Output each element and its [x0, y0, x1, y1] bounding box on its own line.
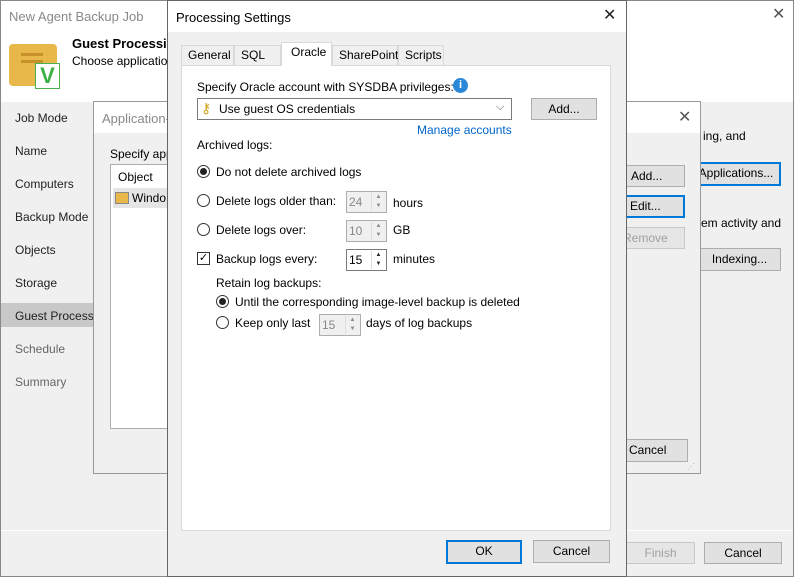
add-account-button[interactable]: Add...	[531, 98, 597, 120]
radio-retain-until[interactable]	[216, 295, 229, 308]
retain-until-label[interactable]: Until the corresponding image-level back…	[235, 295, 520, 309]
nav-summary[interactable]: Summary	[15, 375, 66, 389]
cancel-button[interactable]: Cancel	[533, 540, 610, 563]
close-icon[interactable]: ✕	[603, 8, 616, 24]
add-button[interactable]: Add...	[626, 165, 685, 187]
nav-storage[interactable]: Storage	[15, 276, 57, 290]
indexing-button[interactable]: Indexing...	[698, 248, 781, 271]
stepper-arrows-icon[interactable]: ▲ ▼	[371, 193, 385, 211]
tab-general[interactable]: General	[181, 45, 234, 66]
delete-older-label[interactable]: Delete logs older than:	[216, 194, 336, 208]
edit-button[interactable]: Edit...	[618, 195, 685, 218]
server-icon	[115, 192, 129, 204]
account-dropdown[interactable]: ⚷ Use guest OS credentials ⌵	[197, 98, 512, 120]
nav-backup-mode[interactable]: Backup Mode	[15, 210, 88, 224]
window-title: New Agent Backup Job	[9, 9, 144, 24]
desc-text-2: em activity and	[701, 216, 782, 230]
archived-logs-label: Archived logs:	[197, 138, 273, 152]
account-label: Specify Oracle account with SYSDBA privi…	[197, 80, 454, 94]
stepper-arrows-icon[interactable]: ▲ ▼	[345, 316, 359, 334]
backup-minutes-stepper[interactable]: 15 ▲ ▼	[346, 249, 387, 271]
tab-oracle[interactable]: Oracle	[281, 42, 332, 66]
applications-button[interactable]: Applications...	[691, 162, 781, 186]
backup-value: 15	[349, 253, 363, 267]
key-icon: ⚷	[201, 100, 212, 116]
nav-computers[interactable]: Computers	[15, 177, 74, 191]
retain-label: Retain log backups:	[216, 276, 322, 290]
keep-unit: days of log backups	[366, 316, 473, 330]
chevron-down-icon: ⌵	[496, 101, 505, 113]
remove-button[interactable]: Remove	[618, 227, 685, 249]
backup-logs-label[interactable]: Backup logs every:	[216, 252, 317, 266]
cancel-button[interactable]: Cancel	[618, 439, 688, 462]
cancel-button[interactable]: Cancel	[704, 542, 782, 564]
scroll-v-icon: V	[9, 41, 61, 91]
older-value: 24	[349, 195, 363, 209]
radio-no-delete[interactable]	[197, 165, 210, 178]
close-icon[interactable]: ✕	[678, 110, 691, 126]
manage-accounts-link[interactable]: Manage accounts	[417, 123, 512, 137]
nav-schedule[interactable]: Schedule	[15, 342, 65, 356]
stepper-arrows-icon[interactable]: ▲ ▼	[371, 222, 385, 240]
over-value: 10	[349, 224, 363, 238]
stepper-arrows-icon[interactable]: ▲ ▼	[371, 251, 385, 269]
dialog-title: Processing Settings	[176, 10, 291, 25]
delete-over-label[interactable]: Delete logs over:	[216, 223, 306, 237]
tab-scripts[interactable]: Scripts	[398, 45, 444, 66]
older-unit: hours	[393, 196, 424, 210]
specify-label: Specify app	[110, 147, 173, 161]
desc-text: ing, and	[703, 129, 746, 143]
finish-button[interactable]: Finish	[626, 542, 695, 564]
older-hours-stepper[interactable]: 24 ▲ ▼	[346, 191, 387, 213]
backup-unit: minutes	[393, 252, 436, 266]
keep-value: 15	[322, 318, 336, 332]
ok-button[interactable]: OK	[446, 540, 522, 564]
backup-logs-checkbox[interactable]: ✓	[197, 252, 210, 265]
account-value: Use guest OS credentials	[219, 102, 356, 116]
close-icon[interactable]: ✕	[772, 7, 785, 23]
dialog-title: Application-	[102, 111, 170, 126]
no-delete-label[interactable]: Do not delete archived logs	[216, 165, 361, 179]
nav-name[interactable]: Name	[15, 144, 47, 158]
column-object[interactable]: Object	[118, 170, 153, 184]
over-unit: GB	[393, 223, 411, 237]
tab-sharepoint[interactable]: SharePoint	[332, 45, 398, 66]
info-icon[interactable]: i	[453, 78, 468, 93]
nav-objects[interactable]: Objects	[15, 243, 56, 257]
header-title: Guest Processing	[72, 36, 183, 51]
radio-keep-last[interactable]	[216, 316, 229, 329]
row-name: Windo	[132, 191, 167, 205]
keep-last-label[interactable]: Keep only last	[235, 316, 310, 330]
tab-sql[interactable]: SQL	[234, 45, 281, 66]
over-gb-stepper[interactable]: 10 ▲ ▼	[346, 220, 387, 242]
nav-job-mode[interactable]: Job Mode	[15, 111, 68, 125]
keep-days-stepper[interactable]: 15 ▲ ▼	[319, 314, 361, 336]
radio-delete-over[interactable]	[197, 223, 210, 236]
processing-settings-dialog: Processing Settings ✕ General SQL Oracle…	[167, 0, 627, 577]
header-subtitle: Choose application	[72, 54, 175, 68]
radio-delete-older[interactable]	[197, 194, 210, 207]
resize-grip-icon[interactable]: ⋰	[687, 462, 695, 471]
tab-panel: Specify Oracle account with SYSDBA privi…	[181, 65, 611, 531]
